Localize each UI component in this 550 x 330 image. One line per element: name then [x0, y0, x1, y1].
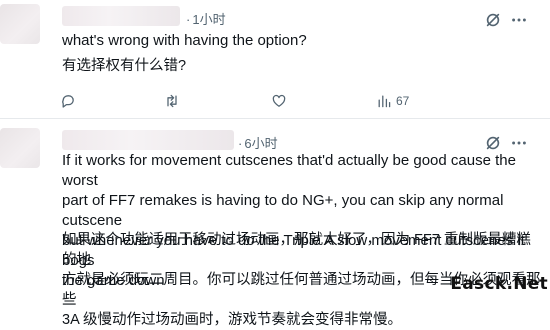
reply-tweet-1[interactable]: · 1小时 what's wrong with having the option… [0, 0, 550, 118]
reply-text-zh: 有选择权有什么错? [62, 58, 187, 74]
heart-icon [272, 94, 286, 107]
timestamp[interactable]: · 1小时 [186, 9, 226, 28]
views-count: 67 [396, 94, 410, 108]
repost-icon [167, 94, 177, 108]
avatar-blurred[interactable] [0, 4, 40, 44]
text-line: 3A 级慢动作过场动画时，游戏节奏就会变得非常慢。 [62, 312, 402, 328]
reply-button[interactable] [60, 92, 76, 110]
text-line: If it works for movement cutscenes that'… [62, 152, 516, 189]
text-line: part of FF7 remakes is having to do NG+,… [62, 192, 504, 229]
reply-text-en: what's wrong with having the option? [62, 32, 307, 49]
views-button[interactable]: 67 [376, 92, 409, 110]
avatar-blurred[interactable] [0, 128, 40, 168]
reply-icon [62, 95, 74, 108]
more-options-icon[interactable] [510, 134, 528, 152]
more-options-icon[interactable] [510, 11, 528, 29]
author-name-blurred[interactable] [62, 6, 180, 26]
watermark: Easck.Net [450, 274, 548, 294]
reply-tweet-2[interactable]: · 6小时 If it works for movement cutscenes … [0, 119, 550, 328]
author-name-blurred[interactable] [62, 130, 234, 150]
timestamp[interactable]: · 6小时 [238, 133, 278, 152]
grok-icon[interactable] [484, 11, 502, 29]
action-bar: 67 [60, 92, 520, 110]
grok-icon[interactable] [484, 134, 502, 152]
views-icon [378, 95, 391, 108]
like-button[interactable] [271, 92, 287, 110]
text-line: 如果这个功能适用于移动过场动画，那就太好了，因为 FF7 重制版最糟糕的地 [62, 232, 531, 268]
repost-button[interactable] [164, 92, 180, 110]
